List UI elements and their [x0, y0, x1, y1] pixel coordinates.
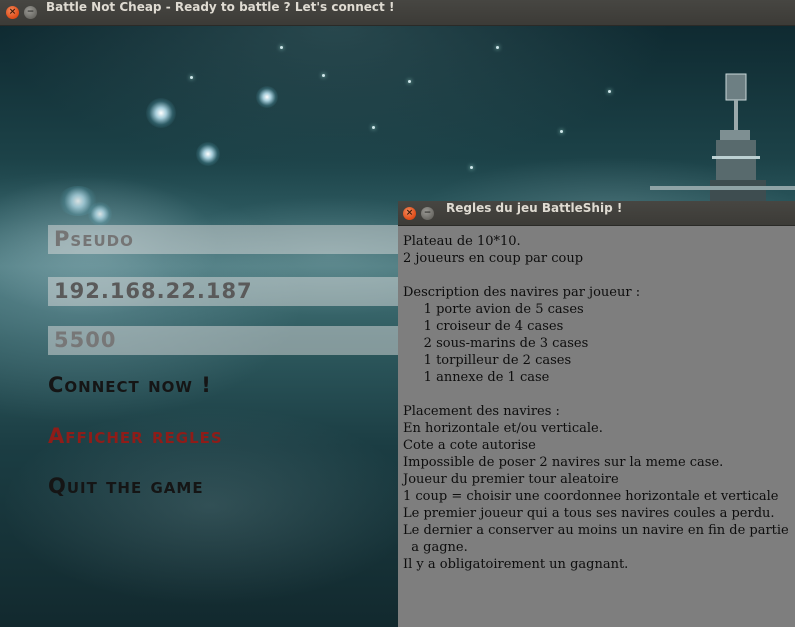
flare	[256, 86, 278, 108]
main-titlebar: × − Battle Not Cheap - Ready to battle ?…	[0, 0, 795, 26]
close-icon[interactable]: ×	[403, 207, 416, 220]
rules-line: 1 torpilleur de 2 cases	[403, 353, 572, 368]
rules-titlebar: × − Regles du jeu BattleShip !	[398, 201, 795, 226]
rules-line: En horizontale et/ou verticale.	[403, 421, 603, 436]
rules-line: Il y a obligatoirement un gagnant.	[403, 557, 629, 572]
star	[280, 46, 283, 49]
star	[372, 126, 375, 129]
ip-address-input[interactable]: 192.168.22.187	[48, 277, 400, 306]
rules-line: Placement des navires :	[403, 404, 560, 419]
flare	[146, 98, 176, 128]
star	[470, 166, 473, 169]
flare	[88, 202, 112, 226]
rules-line: 1 porte avion de 5 cases	[403, 302, 584, 317]
rules-line	[403, 386, 791, 403]
rules-line: 2 sous-marins de 3 cases	[403, 336, 589, 351]
rules-line: Le dernier a conserver au moins un navir…	[403, 523, 789, 538]
minimize-icon[interactable]: −	[421, 207, 434, 220]
connect-button[interactable]: Connect now !	[48, 373, 212, 397]
window-title: Battle Not Cheap - Ready to battle ? Let…	[46, 0, 395, 14]
star	[190, 76, 193, 79]
pseudo-input[interactable]	[48, 225, 400, 254]
rules-line: Joueur du premier tour aleatoire	[403, 472, 619, 487]
minimize-icon[interactable]: −	[24, 6, 37, 19]
rules-dialog: × − Regles du jeu BattleShip ! Plateau d…	[398, 201, 795, 627]
rules-line: 2 joueurs en coup par coup	[403, 251, 584, 266]
rules-line: 1 croiseur de 4 cases	[403, 319, 564, 334]
rules-line: 1 annexe de 1 case	[403, 370, 550, 385]
star	[408, 80, 411, 83]
flare	[196, 142, 220, 166]
star	[560, 130, 563, 133]
rules-dialog-title: Regles du jeu BattleShip !	[446, 201, 623, 215]
rules-line: Le premier joueur qui a tous ses navires…	[403, 506, 775, 521]
rules-text: Plateau de 10*10. 2 joueurs en coup par c…	[403, 233, 791, 573]
rules-line: Cote a cote autorise	[403, 438, 536, 453]
quit-button[interactable]: Quit the game	[48, 474, 204, 498]
star	[496, 46, 499, 49]
rules-line	[403, 267, 791, 284]
show-rules-button[interactable]: Afficher regles	[48, 424, 223, 448]
star	[322, 74, 325, 77]
port-input[interactable]: 5500	[48, 326, 400, 355]
rules-line: 1 coup = choisir une coordonnee horizont…	[403, 489, 779, 504]
rules-line: a gagne.	[403, 540, 468, 555]
rules-line: Plateau de 10*10.	[403, 234, 521, 249]
rules-line: Impossible de poser 2 navires sur la mem…	[403, 455, 724, 470]
rules-line: Description des navires par joueur :	[403, 285, 641, 300]
close-icon[interactable]: ×	[6, 6, 19, 19]
star	[608, 90, 611, 93]
